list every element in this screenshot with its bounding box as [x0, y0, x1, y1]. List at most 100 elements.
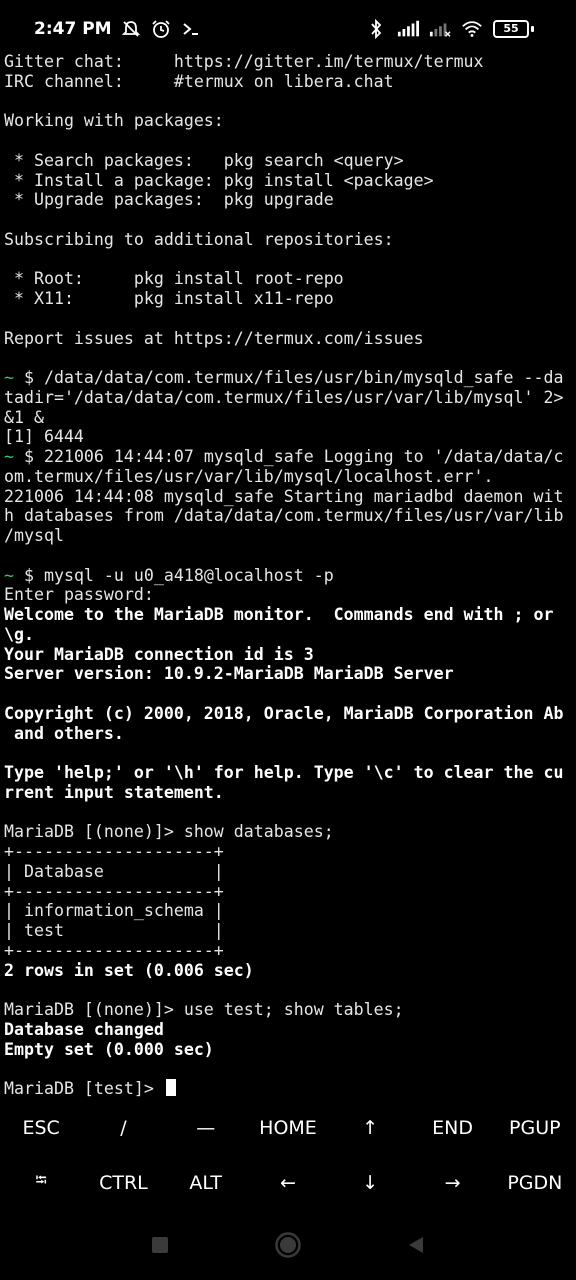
terminal-line: 2 rows in set (0.006 sec) — [4, 961, 576, 981]
prompt-tilde: ~ — [4, 368, 14, 387]
terminal-output[interactable]: Gitter chat: https://gitter.im/termux/te… — [4, 52, 576, 1100]
key-end[interactable]: END — [411, 1100, 493, 1155]
terminal-line-text: Gitter chat: https://gitter.im/termux/te… — [4, 52, 484, 71]
terminal-line: | Database | — [4, 862, 576, 882]
terminal-line: Subscribing to additional repositories: — [4, 230, 576, 250]
terminal-line: | information_schema | — [4, 901, 576, 921]
terminal-line: /mysql — [4, 526, 576, 546]
key-home[interactable]: HOME — [247, 1100, 329, 1155]
terminal-line-text: 2 rows in set (0.006 sec) — [4, 960, 254, 980]
terminal-line: MariaDB [(none)]> use test; show tables; — [4, 1000, 576, 1020]
key-left[interactable]: ← — [247, 1155, 329, 1210]
terminal-line-text: * Upgrade packages: pkg upgrade — [4, 190, 334, 210]
terminal-line-text: * X11: pkg install x11-repo — [4, 289, 334, 308]
key-slash[interactable]: / — [82, 1100, 164, 1155]
terminal-line: Welcome to the MariaDB monitor. Commands… — [4, 605, 576, 625]
terminal-line-text: * Search packages: pkg search <query> — [4, 150, 404, 170]
terminal-line-text: and others. — [4, 723, 124, 743]
terminal-line: Server version: 10.9.2-MariaDB MariaDB S… — [4, 664, 576, 684]
terminal-line: Enter password: — [4, 585, 576, 605]
terminal-line-text: /mysql — [4, 526, 64, 545]
key-dash[interactable]: — — [165, 1100, 247, 1155]
key-down[interactable]: ↓ — [329, 1155, 411, 1210]
terminal-line-text: \g. — [4, 624, 34, 644]
terminal-line-text: Enter password: — [4, 585, 154, 605]
terminal-line-text: MariaDB [(none)]> use test; show tables; — [4, 1000, 404, 1019]
terminal-line: MariaDB [(none)]> show databases; — [4, 822, 576, 842]
terminal-line: Copyright (c) 2000, 2018, Oracle, MariaD… — [4, 704, 576, 724]
terminal-line: Your MariaDB connection id is 3 — [4, 645, 576, 665]
alarm-icon — [150, 18, 172, 40]
terminal-line: ~ $ mysql -u u0_a418@localhost -p — [4, 566, 576, 586]
home-icon[interactable] — [273, 1230, 303, 1260]
prompt-tilde: ~ — [4, 565, 14, 585]
terminal-line-text: | test | — [4, 921, 224, 940]
terminal-line: rrent input statement. — [4, 783, 576, 803]
terminal-line: | test | — [4, 921, 576, 941]
terminal-line-text: om.termux/files/usr/var/lib/mysql/localh… — [4, 466, 494, 486]
terminal-line: IRC channel: #termux on libera.chat — [4, 72, 576, 92]
terminal-line-text: &1 & — [4, 407, 44, 427]
terminal-line-text: Copyright (c) 2000, 2018, Oracle, MariaD… — [4, 703, 564, 723]
terminal-line: +--------------------+ — [4, 882, 576, 902]
terminal-line: * Install a package: pkg install <packag… — [4, 171, 576, 191]
key-tab[interactable]: ⭾ — [0, 1155, 82, 1210]
status-bar-left: 2:47 PM — [34, 18, 202, 40]
terminal-line: and others. — [4, 724, 576, 744]
terminal-line-text: MariaDB [test]> — [4, 1079, 164, 1098]
terminal-line: MariaDB [test]> — [4, 1079, 576, 1099]
terminal-line-text: +--------------------+ — [4, 940, 224, 960]
terminal-line: ~ $ 221006 14:44:07 mysqld_safe Logging … — [4, 447, 576, 467]
terminal-line: \g. — [4, 625, 576, 645]
terminal-line: Working with packages: — [4, 111, 576, 131]
terminal-line-text: +--------------------+ — [4, 881, 224, 901]
signal-weak-icon — [429, 18, 451, 40]
recent-apps-icon[interactable] — [145, 1230, 175, 1260]
terminal-line-text: | information_schema | — [4, 901, 224, 921]
terminal-line-text: $ /data/data/com.termux/files/usr/bin/my… — [14, 368, 564, 387]
terminal-line-text: Server version: 10.9.2-MariaDB MariaDB S… — [4, 664, 454, 684]
key-right[interactable]: → — [411, 1155, 493, 1210]
terminal-line: * Upgrade packages: pkg upgrade — [4, 190, 576, 210]
terminal-line: &1 & — [4, 408, 576, 428]
battery-indicator: 55 — [493, 20, 534, 38]
terminal-icon — [180, 18, 202, 40]
key-alt[interactable]: ALT — [165, 1155, 247, 1210]
terminal-line: * X11: pkg install x11-repo — [4, 289, 576, 309]
key-pgdn[interactable]: PGDN — [494, 1155, 576, 1210]
terminal-line: Gitter chat: https://gitter.im/termux/te… — [4, 52, 576, 72]
terminal-line-text: MariaDB [(none)]> show databases; — [4, 822, 334, 842]
terminal-line: 221006 14:44:08 mysqld_safe Starting mar… — [4, 487, 576, 507]
terminal-line-text: +--------------------+ — [4, 842, 224, 861]
terminal-line: +--------------------+ — [4, 842, 576, 862]
key-pgup[interactable]: PGUP — [494, 1100, 576, 1155]
terminal-line: [1] 6444 — [4, 427, 576, 447]
terminal-line-text: Database changed — [4, 1019, 164, 1039]
wifi-icon — [461, 18, 483, 40]
terminal-line-text: Working with packages: — [4, 111, 224, 131]
signal-icon — [397, 18, 419, 40]
status-bar: 2:47 PM 55 — [0, 0, 576, 56]
terminal-line-text: 221006 14:44:08 mysqld_safe Starting mar… — [4, 486, 564, 506]
terminal-line-text: rrent input statement. — [4, 782, 224, 802]
clock: 2:47 PM — [34, 19, 112, 39]
terminal-line-text: [1] 6444 — [4, 427, 84, 447]
key-ctrl[interactable]: CTRL — [82, 1155, 164, 1210]
back-icon[interactable] — [401, 1230, 431, 1260]
key-esc[interactable]: ESC — [0, 1100, 82, 1155]
key-up[interactable]: ↑ — [329, 1100, 411, 1155]
terminal-line-text: $ 221006 14:44:07 mysqld_safe Logging to… — [14, 447, 564, 466]
terminal-line: Type 'help;' or '\h' for help. Type '\c'… — [4, 763, 576, 783]
terminal-line: om.termux/files/usr/var/lib/mysql/localh… — [4, 467, 576, 487]
terminal-line-text: h databases from /data/data/com.termux/f… — [4, 506, 564, 526]
